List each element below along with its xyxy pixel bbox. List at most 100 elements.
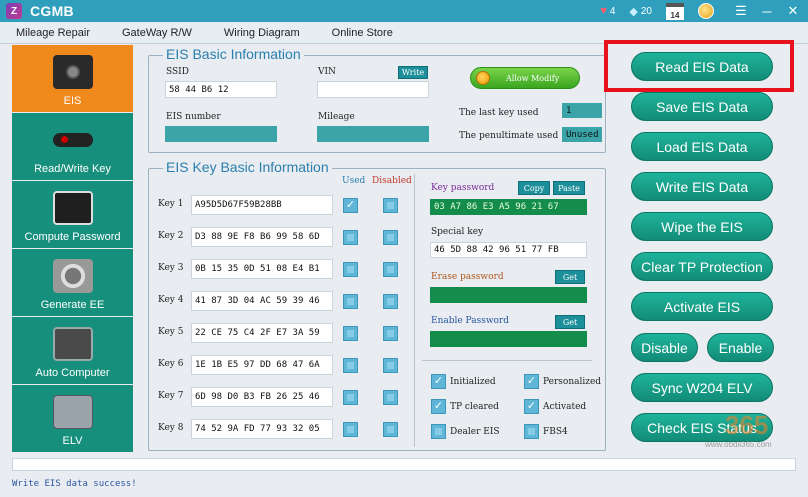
get-enable-password-button[interactable]: Get (555, 315, 585, 329)
key-used-checkbox[interactable] (343, 294, 358, 309)
get-erase-password-button[interactable]: Get (555, 270, 585, 284)
key-label: Key 6 (158, 359, 184, 369)
hearts-value: 4 (609, 5, 616, 17)
sidebar-item-label: ELV (62, 435, 83, 447)
write-eis-data-button[interactable]: Write EIS Data (631, 172, 773, 201)
used-header: Used (342, 176, 366, 186)
toggle-knob-icon (476, 71, 490, 85)
enable-button[interactable]: Enable (707, 333, 774, 362)
sidebar-item-auto-computer[interactable]: Auto Computer (12, 317, 133, 384)
key-value-field[interactable]: 1E 1B E5 97 DD 68 47 6A (191, 355, 333, 375)
key-label: Key 4 (158, 295, 184, 305)
key-value-field[interactable]: 41 87 3D 04 AC 59 39 46 (191, 291, 333, 311)
key-label: Key 3 (158, 263, 184, 273)
key-label: Key 1 (158, 199, 184, 209)
key-used-checkbox[interactable] (343, 422, 358, 437)
sidebar-item-read-write-key[interactable]: Read/Write Key (12, 113, 133, 180)
key-disabled-checkbox[interactable] (383, 262, 398, 277)
mileage-field[interactable] (317, 126, 429, 142)
sidebar-item-generate-ee[interactable]: Generate EE (12, 249, 133, 316)
status-checkbox[interactable] (431, 399, 446, 414)
ecu-icon (52, 327, 93, 361)
special-key-field[interactable]: 46 5D 88 42 96 51 77 FB (430, 242, 587, 258)
key-disabled-checkbox[interactable] (383, 358, 398, 373)
key-value-field[interactable]: 6D 98 D0 B3 FB 26 25 46 (191, 387, 333, 407)
key-value-field[interactable]: 22 CE 75 C4 2F E7 3A 59 (191, 323, 333, 343)
menu-gateway-rw[interactable]: GateWay R/W (106, 27, 208, 39)
app-logo-icon: Z (6, 3, 22, 19)
last-key-field: 1 (562, 103, 602, 118)
monitor-icon (52, 191, 93, 225)
key-used-checkbox[interactable] (343, 262, 358, 277)
key-used-checkbox[interactable] (343, 390, 358, 405)
menu-icon[interactable]: ☰ (730, 3, 752, 19)
clear-tp-protection-button[interactable]: Clear TP Protection (631, 252, 773, 281)
last-key-label: The last key used (459, 108, 539, 118)
status-checkbox[interactable] (524, 399, 539, 414)
sidebar-item-label: Compute Password (24, 231, 121, 243)
status-checkbox-label: Activated (543, 402, 587, 412)
key-value-field[interactable]: D3 88 9E F8 B6 99 58 6D (191, 227, 333, 247)
diamonds-counter: ◆ 20 (629, 5, 652, 18)
ssid-field[interactable]: 58 44 B6 12 (165, 81, 277, 98)
close-icon[interactable]: ✕ (782, 3, 804, 19)
hearts-counter: ♥ 4 (600, 5, 615, 17)
wipe-eis-button[interactable]: Wipe the EIS (631, 212, 773, 241)
key-value-field[interactable]: 74 52 9A FD 77 93 32 05 (191, 419, 333, 439)
eis-number-field[interactable] (165, 126, 277, 142)
enable-password-field[interactable] (430, 331, 587, 347)
status-checkbox[interactable] (524, 424, 539, 439)
generator-icon (52, 259, 93, 293)
erase-password-field[interactable] (430, 287, 587, 303)
key-password-field[interactable]: 03 A7 86 E3 A5 96 21 67 (430, 199, 587, 215)
save-eis-data-button[interactable]: Save EIS Data (631, 92, 773, 121)
status-checkbox[interactable] (431, 374, 446, 389)
status-checkbox-label: Initialized (450, 377, 496, 387)
status-checkbox-label: Personalized (543, 377, 602, 387)
key-used-checkbox[interactable] (343, 358, 358, 373)
activate-eis-button[interactable]: Activate EIS (631, 292, 773, 321)
status-checkbox-label: FBS4 (543, 427, 568, 437)
paste-button[interactable]: Paste (553, 181, 585, 195)
key-used-checkbox[interactable] (343, 230, 358, 245)
key-label: Key 7 (158, 391, 184, 401)
key-used-checkbox[interactable] (343, 198, 358, 213)
disable-button[interactable]: Disable (631, 333, 698, 362)
write-vin-button[interactable]: Write (398, 66, 428, 79)
menu-online-store[interactable]: Online Store (316, 27, 409, 39)
key-disabled-checkbox[interactable] (383, 422, 398, 437)
copy-button[interactable]: Copy (518, 181, 550, 195)
key-disabled-checkbox[interactable] (383, 294, 398, 309)
status-checkbox-label: Dealer EIS (450, 427, 500, 437)
key-used-checkbox[interactable] (343, 326, 358, 341)
avatar[interactable] (698, 3, 714, 19)
key-disabled-checkbox[interactable] (383, 198, 398, 213)
key-value-field[interactable]: 0B 15 35 0D 51 08 E4 B1 (191, 259, 333, 279)
load-eis-data-button[interactable]: Load EIS Data (631, 132, 773, 161)
sidebar-item-elv[interactable]: ELV (12, 385, 133, 452)
group-title: EIS Key Basic Information (163, 159, 332, 175)
sidebar-item-eis[interactable]: EIS (12, 45, 133, 112)
eis-number-label: EIS number (166, 112, 221, 122)
key-value-field[interactable]: A95D5D67F59B28BB (191, 195, 333, 215)
app-title: CGMB (30, 3, 74, 19)
status-checkbox[interactable] (431, 424, 446, 439)
sync-w204-elv-button[interactable]: Sync W204 ELV (631, 373, 773, 402)
allow-modify-toggle[interactable]: Allow Modify (470, 67, 580, 89)
read-eis-data-button[interactable]: Read EIS Data (631, 52, 773, 81)
menu-mileage-repair[interactable]: Mileage Repair (0, 27, 106, 39)
status-checkbox[interactable] (524, 374, 539, 389)
vin-field[interactable] (317, 81, 429, 98)
key-disabled-checkbox[interactable] (383, 390, 398, 405)
key-password-label: Key password (431, 183, 495, 193)
sidebar-item-compute-password[interactable]: Compute Password (12, 181, 133, 248)
key-disabled-checkbox[interactable] (383, 230, 398, 245)
minimize-icon[interactable]: ─ (756, 4, 778, 19)
calendar-icon[interactable]: 14 (666, 2, 684, 20)
key-disabled-checkbox[interactable] (383, 326, 398, 341)
steering-lock-icon (52, 395, 93, 429)
enable-password-label: Enable Password (431, 316, 509, 326)
key-label: Key 8 (158, 423, 184, 433)
log-input[interactable] (12, 458, 796, 471)
menu-wiring-diagram[interactable]: Wiring Diagram (208, 27, 316, 39)
